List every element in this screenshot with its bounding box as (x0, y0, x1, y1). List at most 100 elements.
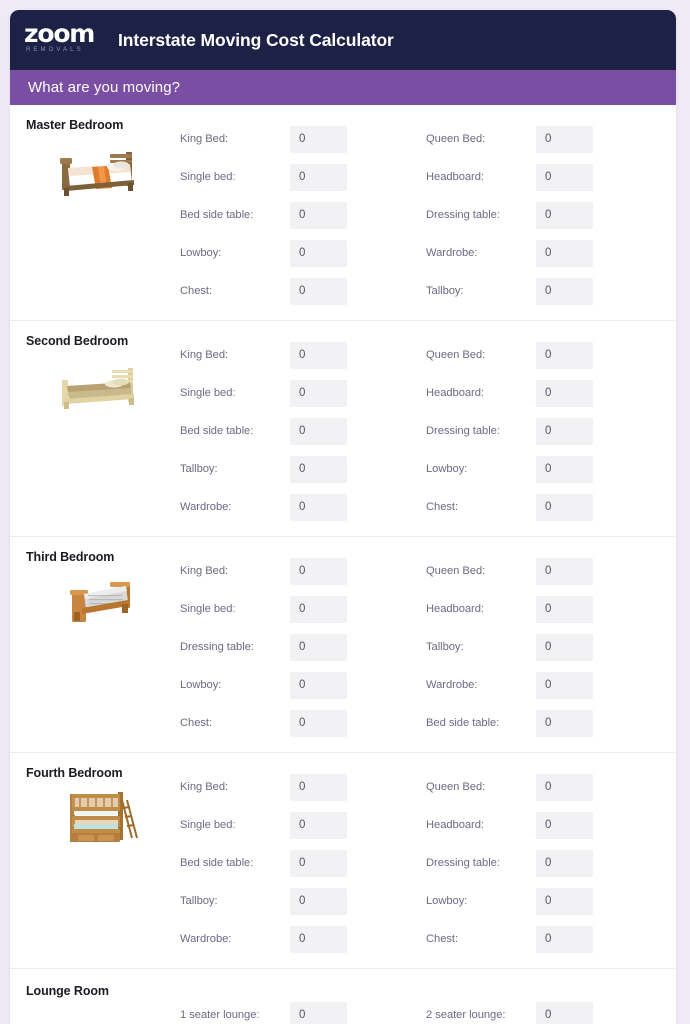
quantity-input[interactable] (536, 925, 593, 953)
room-title: Lounge Room (26, 984, 109, 998)
field-row: Tallboy: (180, 450, 426, 488)
quantity-input[interactable] (536, 557, 593, 585)
field-label: Single bed: (180, 819, 236, 831)
quantity-input[interactable] (536, 455, 593, 483)
field-row: Lowboy: (426, 882, 672, 920)
quantity-input[interactable] (290, 493, 347, 521)
field-label: Dressing table: (426, 209, 500, 221)
quantity-input[interactable] (290, 925, 347, 953)
field-label: Chest: (426, 501, 459, 513)
quantity-input[interactable] (290, 125, 347, 153)
quantity-input[interactable] (290, 1001, 347, 1024)
quantity-input[interactable] (536, 671, 593, 699)
quantity-input[interactable] (290, 811, 347, 839)
quantity-input[interactable] (290, 773, 347, 801)
room-left-column: Third Bedroom (10, 550, 180, 636)
quantity-input[interactable] (536, 1001, 593, 1024)
quantity-input[interactable] (290, 633, 347, 661)
quantity-input[interactable] (536, 417, 593, 445)
quantity-input[interactable] (536, 277, 593, 305)
field-label: 1 seater lounge: (180, 1009, 260, 1021)
field-row: Wardrobe: (426, 666, 672, 704)
room-section: Fourth Bedroom King Bed: 0 Queen Bed: 0 … (10, 753, 676, 969)
quantity-input[interactable] (290, 277, 347, 305)
quantity-input[interactable] (536, 633, 593, 661)
section-header-bar: What are you moving? (10, 70, 676, 105)
page-root: zoom REMOVALS Interstate Moving Cost Cal… (0, 0, 690, 1024)
field-label: Wardrobe: (180, 501, 232, 513)
quantity-input[interactable] (290, 595, 347, 623)
field-row: King Bed: (180, 768, 426, 806)
field-label: Tallboy: (180, 463, 218, 475)
quantity-input[interactable] (536, 239, 593, 267)
field-label: Lowboy: (426, 895, 468, 907)
field-row: Queen Bed: (426, 768, 672, 806)
field-row: Headboard: (426, 590, 672, 628)
zoom-removals-logo: zoom REMOVALS (24, 21, 108, 59)
quantity-input[interactable] (536, 887, 593, 915)
app-header: zoom REMOVALS Interstate Moving Cost Cal… (10, 10, 676, 70)
quantity-input[interactable] (536, 125, 593, 153)
quantity-input[interactable] (290, 163, 347, 191)
quantity-input[interactable] (536, 773, 593, 801)
quantity-input[interactable] (290, 849, 347, 877)
field-row: Chest: (426, 920, 672, 958)
quantity-input[interactable] (536, 379, 593, 407)
field-row: Queen Bed: (426, 552, 672, 590)
quantity-input[interactable] (536, 163, 593, 191)
field-row: Lowboy: (180, 666, 426, 704)
room-title: Master Bedroom (26, 118, 124, 132)
field-label: Tallboy: (426, 641, 464, 653)
single-bed-image (48, 570, 158, 636)
rooms-list: Master Bedroom King Bed: Queen Bed: Single… (10, 105, 676, 1024)
field-row: Dressing table: (426, 844, 672, 882)
quantity-input[interactable] (536, 201, 593, 229)
field-row: Wardrobe: (180, 920, 426, 958)
quantity-input[interactable] (290, 887, 347, 915)
quantity-input[interactable] (536, 595, 593, 623)
quantity-input[interactable] (536, 709, 593, 737)
quantity-input[interactable] (290, 239, 347, 267)
field-label: Single bed: (180, 603, 236, 615)
field-label: Single bed: (180, 387, 236, 399)
field-label: Dressing table: (180, 641, 254, 653)
field-label: Headboard: (426, 171, 484, 183)
field-row: 2 seater lounge: (426, 996, 672, 1024)
quantity-input[interactable] (536, 341, 593, 369)
field-row: Queen Bed: (426, 336, 672, 374)
field-label: Lowboy: (180, 679, 222, 691)
quantity-input[interactable] (536, 811, 593, 839)
field-label: 2 seater lounge: (426, 1009, 506, 1021)
section-heading: What are you moving? (28, 79, 181, 96)
room-fields: King Bed: Queen Bed: Single bed: Headboard:… (180, 550, 676, 742)
field-row: Single bed: (180, 158, 426, 196)
field-label: Chest: (180, 717, 213, 729)
quantity-input[interactable] (290, 201, 347, 229)
field-label: Queen Bed: (426, 781, 486, 793)
room-fields: King Bed: Queen Bed: Single bed: Headboard:… (180, 118, 676, 310)
room-section: Lounge Room 1 seater lounge: 2 seater loun… (10, 969, 676, 1024)
quantity-input[interactable] (536, 849, 593, 877)
field-label: Headboard: (426, 819, 484, 831)
quantity-input[interactable] (290, 455, 347, 483)
field-row: Headboard: (426, 806, 672, 844)
field-label: Tallboy: (426, 285, 464, 297)
field-label: Queen Bed: (426, 565, 486, 577)
quantity-input[interactable] (290, 557, 347, 585)
field-label: Wardrobe: (180, 933, 232, 945)
quantity-input[interactable] (290, 417, 347, 445)
field-label: Lowboy: (426, 463, 468, 475)
quantity-input[interactable] (290, 709, 347, 737)
quantity-input[interactable] (536, 493, 593, 521)
quantity-input[interactable] (290, 341, 347, 369)
quantity-input[interactable] (290, 379, 347, 407)
room-title: Fourth Bedroom (26, 766, 123, 780)
page-title: Interstate Moving Cost Calculator (118, 29, 394, 50)
field-row: Bed side table: (180, 412, 426, 450)
quantity-input[interactable] (290, 671, 347, 699)
room-left-column: Lounge Room (10, 982, 180, 1004)
field-label: Bed side table: (426, 717, 500, 729)
field-row: King Bed: (180, 552, 426, 590)
field-row: Single bed: (180, 806, 426, 844)
field-row: Single bed: (180, 590, 426, 628)
